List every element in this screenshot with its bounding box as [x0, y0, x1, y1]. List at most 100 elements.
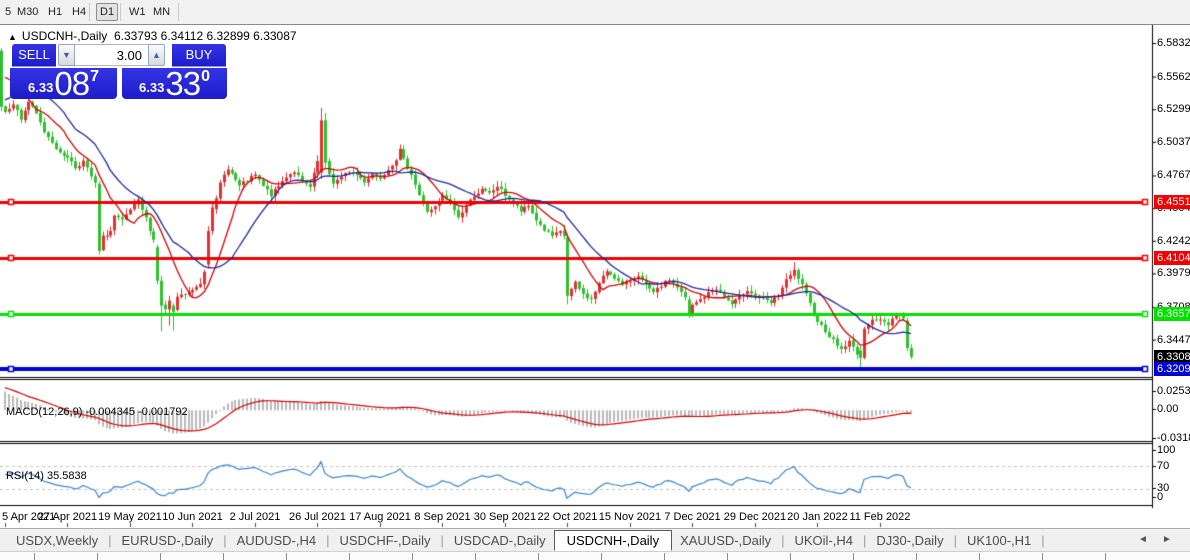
date-axis-label: 15 Nov 2021 [599, 511, 661, 523]
timeframe-button-h1[interactable]: H1 [45, 4, 65, 20]
price-axis-label: 6.39795 [1157, 267, 1190, 279]
chart-tab-uk100-h1[interactable]: UK100-,H1 [959, 531, 1039, 550]
macd-axis-label: 0.025357 [1157, 385, 1190, 397]
timeframe-button-m30[interactable]: M30 [14, 4, 41, 20]
volume-input[interactable] [75, 44, 148, 66]
timeframe-button-w1[interactable]: W1 [126, 4, 149, 20]
price-axis-label: 6.50370 [1157, 136, 1190, 148]
sell-button[interactable]: SELL [12, 44, 56, 67]
date-axis-label: 7 Dec 2021 [664, 511, 720, 523]
rsi-indicator-label: RSI(14) 35.5838 [6, 470, 87, 482]
date-axis-label: 10 Jun 2021 [162, 511, 223, 523]
status-tick [160, 553, 161, 560]
date-axis-label: 30 Sep 2021 [474, 511, 536, 523]
volume-decrease-button[interactable]: ▼ [58, 44, 75, 66]
tab-separator: | [952, 533, 959, 548]
date-axis-label: 20 Jan 2022 [787, 511, 848, 523]
status-strip [0, 551, 1190, 560]
date-axis-label: 29 Dec 2021 [724, 511, 786, 523]
timeframe-toolbar: 5M30H1H4 D1 W1MN [0, 0, 1190, 25]
rsi-axis-label: 100 [1157, 444, 1175, 456]
sell-price-pip: 7 [90, 68, 99, 86]
mt4-window: 5M30H1H4 D1 W1MN ▲ USDCNH-,Daily 6.33793 6.… [0, 0, 1190, 560]
price-axis-label: 6.34470 [1157, 334, 1190, 346]
collapse-subwindow-icon[interactable]: ▲ [8, 32, 17, 42]
chart-tab-audusd-h4[interactable]: AUDUSD-,H4 [229, 531, 324, 550]
chart-tab-usdchf-daily[interactable]: USDCHF-,Daily [332, 531, 439, 550]
status-tick [223, 553, 224, 560]
sell-price-big: 08 [54, 70, 89, 98]
price-axis-label: 6.47670 [1157, 169, 1190, 181]
date-axis-label: 19 May 2021 [98, 511, 162, 523]
status-tick [916, 553, 917, 560]
status-tick [412, 553, 413, 560]
status-tick [727, 553, 728, 560]
tab-separator: | [324, 533, 331, 548]
volume-increase-button[interactable]: ▲ [148, 44, 165, 66]
tab-separator: | [439, 533, 446, 548]
chart-tab-ukoil-h4[interactable]: UKOil-,H4 [786, 531, 861, 550]
timeframe-button-5[interactable]: 5 [2, 4, 14, 20]
price-axis-label: 6.55620 [1157, 71, 1190, 83]
date-axis-label: 27 Apr 2021 [38, 511, 97, 523]
timeframe-button-d1[interactable]: D1 [96, 3, 118, 21]
status-tick [601, 553, 602, 560]
ohlc-values: 6.33793 6.34112 6.32899 6.33087 [114, 29, 297, 43]
status-tick [286, 553, 287, 560]
chart-tab-xauusd-daily[interactable]: XAUUSD-,Daily [672, 531, 779, 550]
chart-tab-usdcnh-daily[interactable]: USDCNH-,Daily [554, 530, 672, 551]
buy-price-panel[interactable]: 6.33330 [122, 68, 227, 99]
chart-window: ▲ USDCNH-,Daily 6.33793 6.34112 6.32899 6… [0, 25, 1190, 551]
chart-tab-eurusd-daily[interactable]: EURUSD-,Daily [114, 531, 222, 550]
macd-indicator-label: MACD(12,26,9) -0.004345 -0.001792 [6, 406, 188, 418]
status-tick [97, 553, 98, 560]
level-price-badge: 6.45515 [1154, 195, 1190, 209]
status-tick [853, 553, 854, 560]
buy-price-big: 33 [165, 70, 200, 98]
timeframe-button-h4[interactable]: H4 [69, 4, 89, 20]
status-tick [1042, 553, 1043, 560]
status-tick [1105, 553, 1106, 560]
timeframe-button-mn[interactable]: MN [150, 4, 173, 20]
chart-tab-usdcad-daily[interactable]: USDCAD-,Daily [446, 531, 554, 550]
date-axis-label: 11 Feb 2022 [849, 511, 910, 523]
tab-separator: | [779, 533, 786, 548]
date-axis-label: 2 Jul 2021 [230, 511, 281, 523]
status-tick [349, 553, 350, 560]
tab-separator: | [861, 533, 868, 548]
symbol-title: USDCNH-,Daily [22, 29, 107, 43]
rsi-axis-label: 70 [1157, 460, 1169, 472]
tab-separator: | [1039, 533, 1046, 548]
one-click-trading-widget: SELL ▼ ▲ BUY 6.33087 6.33330 [10, 44, 228, 118]
price-axis-label: 6.58320 [1157, 37, 1190, 49]
price-axis-label: 6.42420 [1157, 235, 1190, 247]
sell-price-panel[interactable]: 6.33087 [10, 68, 117, 99]
level-price-badge: 6.41043 [1154, 251, 1190, 265]
status-tick [475, 553, 476, 560]
tab-scroll-right-icon[interactable]: ► [1162, 534, 1172, 545]
toolbar-separator [120, 3, 121, 21]
level-price-badge: 6.36570 [1154, 307, 1190, 321]
buy-button[interactable]: BUY [172, 44, 226, 67]
chart-title: ▲ USDCNH-,Daily 6.33793 6.34112 6.32899 6… [8, 29, 297, 43]
tab-scroll-left-icon[interactable]: ◄ [1138, 534, 1148, 545]
buy-price-prefix: 6.33 [139, 80, 164, 95]
macd-axis-label: 0.00 [1157, 403, 1178, 415]
chart-tab-dj30-daily[interactable]: DJ30-,Daily [868, 531, 951, 550]
status-tick [664, 553, 665, 560]
toolbar-separator [89, 3, 90, 21]
status-tick [979, 553, 980, 560]
tab-separator: | [221, 533, 228, 548]
date-axis-label: 22 Oct 2021 [537, 511, 597, 523]
status-tick [538, 553, 539, 560]
rsi-axis-label: 0 [1157, 491, 1163, 503]
chevron-down-icon: ▼ [62, 50, 71, 60]
status-tick [34, 553, 35, 560]
chart-tab-usdx-weekly[interactable]: USDX,Weekly [8, 531, 106, 550]
status-tick [790, 553, 791, 560]
chevron-up-icon: ▲ [152, 50, 161, 60]
buy-price-pip: 0 [201, 68, 210, 86]
date-axis-label: 26 Jul 2021 [289, 511, 346, 523]
date-axis-label: 8 Sep 2021 [414, 511, 470, 523]
price-axis-label: 6.52995 [1157, 103, 1190, 115]
